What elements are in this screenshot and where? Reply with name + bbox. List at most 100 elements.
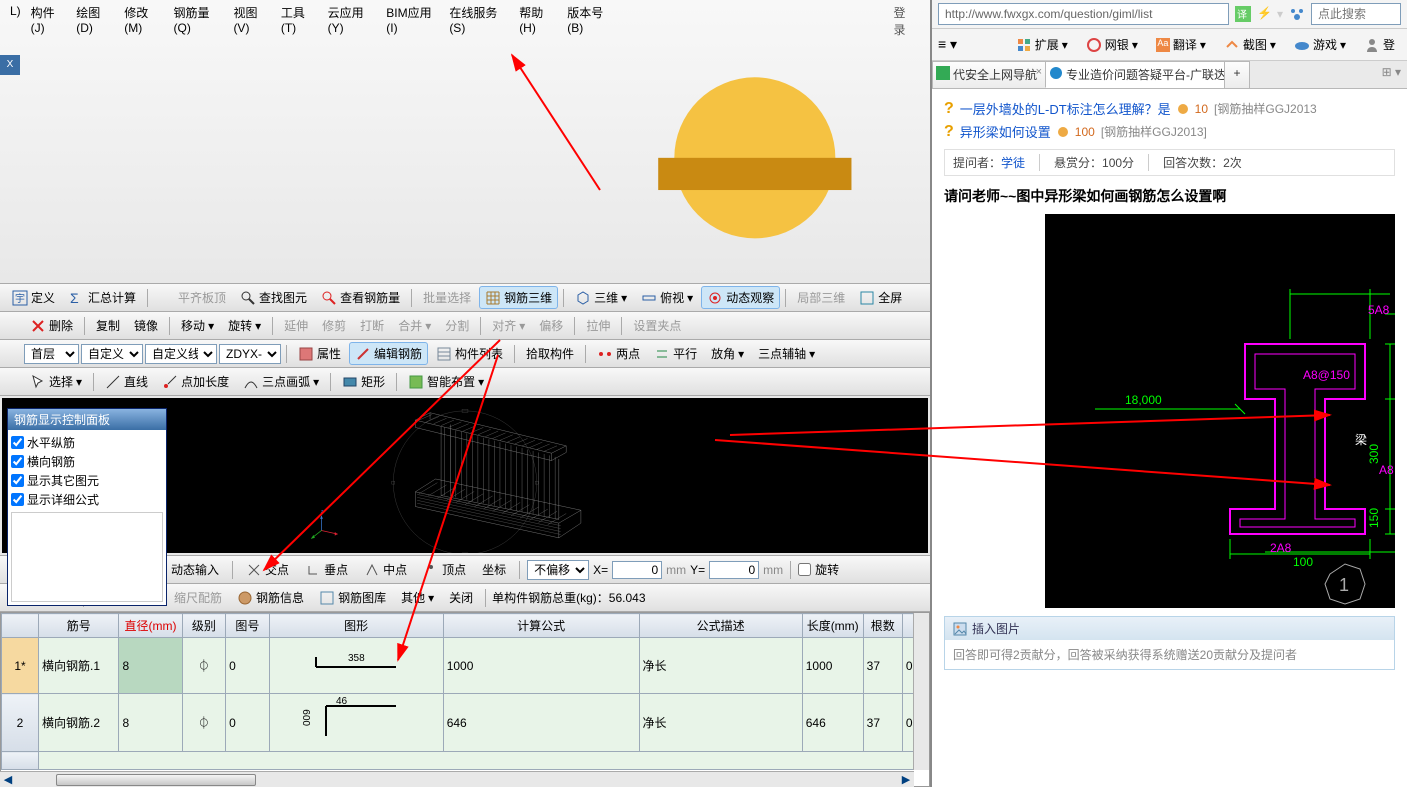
cell-name[interactable]: 横向钢筋.1 bbox=[38, 638, 119, 694]
question-link[interactable]: 异形梁如何设置 bbox=[960, 122, 1051, 141]
3d-button[interactable]: 三维 ▾ bbox=[569, 286, 633, 309]
menu-item[interactable]: 钢筋量(Q) bbox=[170, 2, 228, 281]
answer-body[interactable]: 回答即可得2贡献分，回答被采纳获得系统赠送20贡献分及提问者 bbox=[945, 640, 1394, 669]
addlen-button[interactable]: 点加长度 bbox=[156, 370, 235, 393]
menu-item[interactable]: 在线服务(S) bbox=[445, 2, 513, 281]
dim-btn[interactable]: 缩尺配筋 bbox=[168, 586, 228, 609]
fullscreen-button[interactable]: 全屏 bbox=[853, 286, 908, 309]
login-btn[interactable]: 登 bbox=[1358, 33, 1401, 56]
cell-shape[interactable]: 358 bbox=[269, 638, 443, 694]
lightning-icon[interactable]: ⚡ bbox=[1257, 6, 1271, 22]
v-scrollbar[interactable] bbox=[913, 613, 929, 770]
cell-diameter[interactable]: 8 bbox=[119, 638, 182, 694]
login-link[interactable]: 登录 bbox=[890, 2, 924, 281]
customline-combo[interactable]: 自定义线 bbox=[145, 344, 217, 364]
url-input[interactable] bbox=[938, 3, 1229, 25]
grip-button[interactable]: 设置夹点 bbox=[627, 314, 687, 337]
rotate-button[interactable]: 旋转 ▾ bbox=[222, 314, 267, 337]
scrollbar-thumb[interactable] bbox=[56, 774, 256, 786]
cell-diameter[interactable]: 8 bbox=[119, 694, 182, 752]
new-tab[interactable]: + bbox=[1224, 61, 1250, 88]
capture-btn[interactable]: 截图 ▾ bbox=[1218, 33, 1282, 56]
topview-button[interactable]: 俯视 ▾ bbox=[635, 286, 699, 309]
trans-btn[interactable]: Aa翻译 ▾ bbox=[1150, 33, 1212, 56]
cell-cnt[interactable]: 37 bbox=[863, 638, 902, 694]
corner-button[interactable]: 放角 ▾ bbox=[705, 342, 750, 365]
cell-pic[interactable]: 0 bbox=[226, 638, 270, 694]
x-input[interactable] bbox=[612, 561, 662, 579]
table-row[interactable] bbox=[2, 752, 929, 770]
menu-icon[interactable]: ≡ ▾ bbox=[938, 36, 957, 53]
cell-lvl[interactable]: ⏀ bbox=[182, 694, 226, 752]
table-row[interactable]: 1* 横向钢筋.1 8 ⏀ 0 358 1000 净长 1000 37 0 bbox=[2, 638, 929, 694]
move-button[interactable]: 移动 ▾ bbox=[175, 314, 220, 337]
coord-snap[interactable]: 坐标 bbox=[476, 558, 512, 581]
menu-item[interactable]: 云应用(Y) bbox=[324, 2, 381, 281]
side-tab[interactable]: X bbox=[0, 55, 20, 75]
menu-item[interactable]: 版本号(B) bbox=[563, 2, 620, 281]
align2-button[interactable]: 对齐 ▾ bbox=[486, 314, 531, 337]
menu-item[interactable]: 构件(J) bbox=[27, 2, 71, 281]
th-shape[interactable]: 图形 bbox=[269, 614, 443, 638]
offset-button[interactable]: 偏移 bbox=[533, 314, 569, 337]
image-icon[interactable] bbox=[953, 622, 967, 636]
question-link[interactable]: 一层外墙处的L-DT标注怎么理解？是 bbox=[960, 99, 1171, 118]
mid-snap[interactable]: 中点 bbox=[358, 558, 413, 581]
info-btn[interactable]: 钢筋信息 bbox=[231, 586, 310, 609]
smart-button[interactable]: 智能布置 ▾ bbox=[402, 370, 490, 393]
close-icon[interactable]: × bbox=[1036, 66, 1042, 78]
select-button[interactable]: 选择 ▾ bbox=[24, 370, 88, 393]
cell-pic[interactable]: 0 bbox=[226, 694, 270, 752]
mirror-button[interactable]: 镜像 bbox=[128, 314, 164, 337]
perp-snap[interactable]: 垂点 bbox=[299, 558, 354, 581]
cell-calc[interactable]: 1000 bbox=[443, 638, 639, 694]
scroll-left-icon[interactable]: ◀ bbox=[0, 773, 16, 787]
stretch-button[interactable]: 拉伸 bbox=[580, 314, 616, 337]
join-button[interactable]: 合并 ▾ bbox=[392, 314, 437, 337]
bank-btn[interactable]: 网银 ▾ bbox=[1080, 33, 1144, 56]
break-button[interactable]: 打断 bbox=[354, 314, 390, 337]
orbit-button[interactable]: 动态观察 bbox=[701, 286, 780, 309]
rotate-chk[interactable] bbox=[798, 563, 811, 576]
close-btn[interactable]: 关闭 bbox=[443, 586, 479, 609]
cell-len[interactable]: 1000 bbox=[802, 638, 863, 694]
check-rebar-button[interactable]: 查看钢筋量 bbox=[315, 286, 406, 309]
th-cnt[interactable]: 根数 bbox=[863, 614, 902, 638]
split-button[interactable]: 分割 bbox=[439, 314, 475, 337]
aux-axis-button[interactable]: 三点辅轴 ▾ bbox=[752, 342, 821, 365]
th-level[interactable]: 级别 bbox=[182, 614, 226, 638]
cell-cnt[interactable]: 37 bbox=[863, 694, 902, 752]
th-formula[interactable]: 计算公式 bbox=[443, 614, 639, 638]
rect-button[interactable]: 矩形 bbox=[336, 370, 391, 393]
lib-btn[interactable]: 钢筋图库 bbox=[313, 586, 392, 609]
find-element-button[interactable]: 查找图元 bbox=[234, 286, 313, 309]
viewport-3d[interactable]: 钢筋显示控制面板 水平纵筋 横向钢筋 显示其它图元 显示详细公式 bbox=[2, 398, 928, 553]
copy-button[interactable]: 复制 bbox=[90, 314, 126, 337]
cell-desc[interactable]: 净长 bbox=[639, 694, 802, 752]
tab[interactable]: 代安全上网导航× bbox=[932, 61, 1046, 88]
offset-combo[interactable]: 不偏移 bbox=[527, 560, 589, 580]
menu-item[interactable]: 绘图(D) bbox=[72, 2, 118, 281]
definition-button[interactable]: 宇定义 bbox=[6, 286, 61, 309]
th-picno[interactable]: 图号 bbox=[226, 614, 270, 638]
rebar-3d-button[interactable]: 钢筋三维 bbox=[479, 286, 558, 309]
cross-snap[interactable]: 交点 bbox=[240, 558, 295, 581]
menu-item[interactable]: 修改(M) bbox=[120, 2, 167, 281]
delete-button[interactable]: 删除 bbox=[24, 314, 79, 337]
cell-name[interactable]: 横向钢筋.2 bbox=[38, 694, 119, 752]
local3d-button[interactable]: 局部三维 bbox=[791, 286, 851, 309]
batch-select-button[interactable]: 批量选择 bbox=[417, 286, 477, 309]
cell-lvl[interactable]: ⏀ bbox=[182, 638, 226, 694]
summary-button[interactable]: Σ汇总计算 bbox=[63, 286, 142, 309]
component-list-button[interactable]: 构件列表 bbox=[430, 342, 509, 365]
paw-icon[interactable] bbox=[1289, 6, 1305, 22]
twopoint-button[interactable]: 两点 bbox=[591, 342, 646, 365]
align-board-button[interactable]: 平齐板顶 bbox=[153, 286, 232, 309]
floor-combo[interactable]: 首层 bbox=[24, 344, 79, 364]
th-desc[interactable]: 公式描述 bbox=[639, 614, 802, 638]
table-row[interactable]: 2 横向钢筋.2 8 ⏀ 0 46009 646 净长 646 37 0 bbox=[2, 694, 929, 752]
apex-snap[interactable]: 顶点 bbox=[417, 558, 472, 581]
cell-desc[interactable]: 净长 bbox=[639, 638, 802, 694]
th-diameter[interactable]: 直径(mm) bbox=[119, 614, 182, 638]
cell-len[interactable]: 646 bbox=[802, 694, 863, 752]
